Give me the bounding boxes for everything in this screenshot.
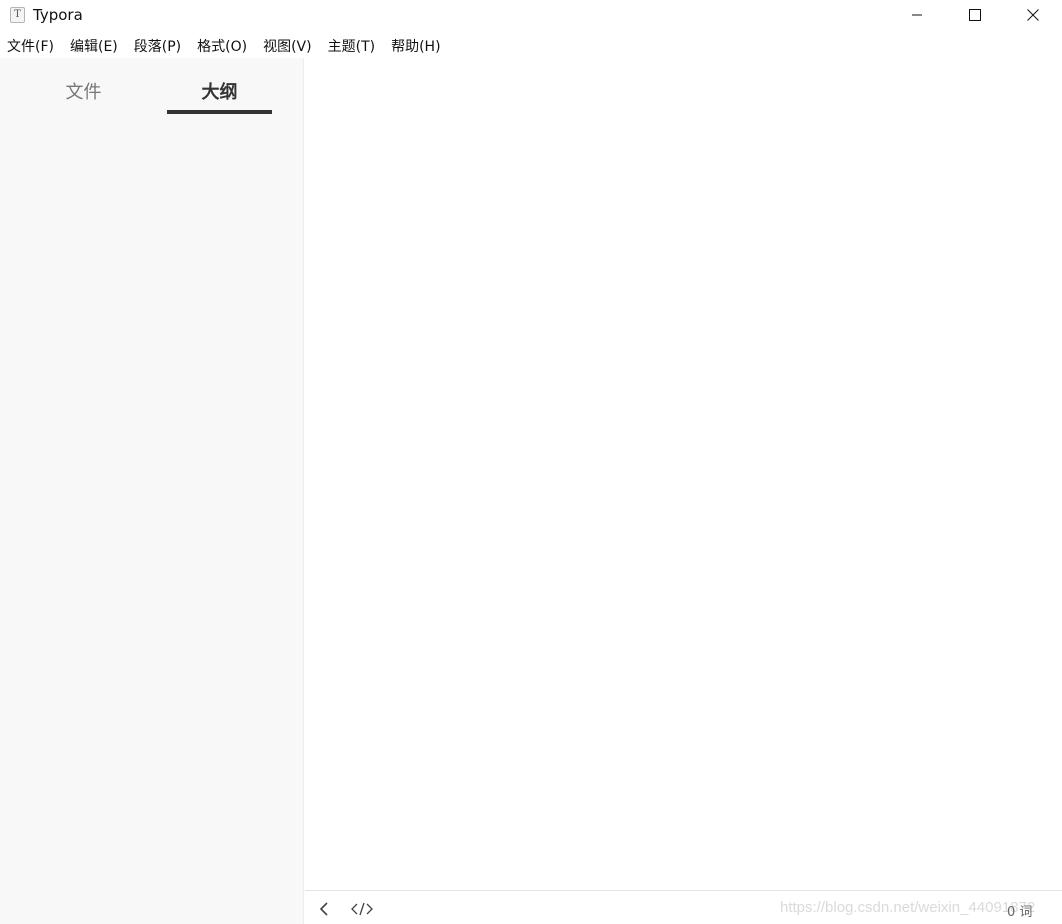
chevron-left-icon [319,902,328,916]
tab-files[interactable]: 文件 [31,78,136,114]
menu-bar: 文件(F) 编辑(E) 段落(P) 格式(O) 视图(V) 主题(T) 帮助(H… [0,34,1062,58]
menu-format[interactable]: 格式(O) [190,36,247,56]
close-icon [1027,9,1039,21]
title-bar[interactable]: T Typora [0,0,1062,30]
menu-themes[interactable]: 主题(T) [321,36,375,56]
menu-view[interactable]: 视图(V) [256,36,312,56]
status-bar: https://blog.csdn.net/weixin_44091872 0 … [305,890,1062,924]
typora-window: T Typora 文件(F) 编辑(E) 段落(P) 格式(O) 视图(V) 主… [0,0,1062,924]
typora-app-icon: T [10,7,25,23]
maximize-button[interactable] [946,0,1004,30]
word-count[interactable]: 0 词 [1007,901,1032,920]
watermark-text: https://blog.csdn.net/weixin_44091872 [780,899,1036,916]
minimize-icon [912,14,922,16]
maximize-icon [969,9,981,21]
tab-outline[interactable]: 大纲 [167,78,272,114]
menu-file[interactable]: 文件(F) [0,36,54,56]
minimize-button[interactable] [888,0,946,30]
window-title: Typora [33,6,83,24]
source-code-mode-button[interactable] [351,901,373,917]
menu-help[interactable]: 帮助(H) [384,36,440,56]
toggle-sidebar-button[interactable] [317,901,331,917]
menu-paragraph[interactable]: 段落(P) [127,36,181,56]
sidebar: 文件 大纲 [0,58,304,924]
menu-edit[interactable]: 编辑(E) [63,36,118,56]
code-icon [351,902,373,916]
close-button[interactable] [1004,0,1062,30]
editor-area[interactable] [305,58,1062,890]
